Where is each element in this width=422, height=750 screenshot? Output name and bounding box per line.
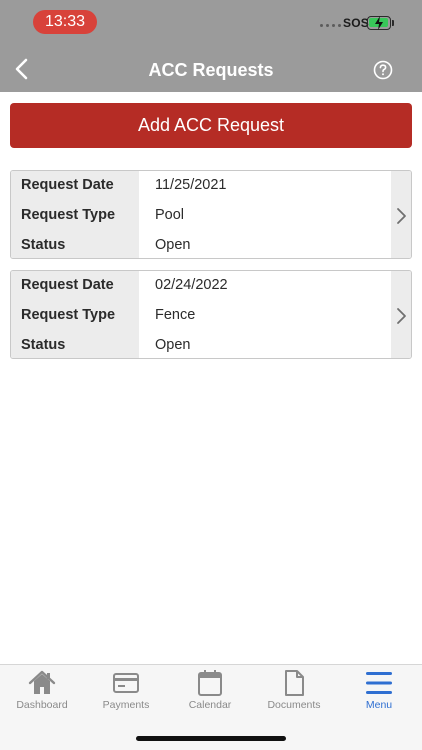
request-row-status: Status Open <box>11 331 391 358</box>
home-indicator[interactable] <box>136 736 286 741</box>
card-chevron[interactable] <box>391 271 411 358</box>
help-icon <box>373 60 393 80</box>
credit-card-icon <box>113 673 139 693</box>
chevron-right-icon <box>397 308 406 324</box>
request-date-value: 11/25/2021 <box>155 177 227 193</box>
tab-label: Payments <box>102 699 150 711</box>
help-button[interactable] <box>373 60 393 80</box>
request-row-type: Request Type Fence <box>11 301 391 331</box>
calendar-icon <box>198 670 222 696</box>
request-card[interactable]: Request Date 11/25/2021 Request Type Poo… <box>10 170 412 259</box>
request-row-date: Request Date 11/25/2021 <box>11 171 391 201</box>
status-label: Status <box>21 237 66 253</box>
tab-label: Calendar <box>188 699 232 711</box>
request-date-label: Request Date <box>21 177 114 193</box>
request-type-value: Fence <box>155 307 196 323</box>
tab-dashboard[interactable]: Dashboard <box>0 669 84 721</box>
status-value: Open <box>155 237 191 253</box>
request-card[interactable]: Request Date 02/24/2022 Request Type Fen… <box>10 270 412 359</box>
request-type-label: Request Type <box>21 307 116 323</box>
top-bar: 13:33 SOS ACC Requests <box>0 0 422 92</box>
nav-header: ACC Requests <box>0 46 422 92</box>
request-type-value: Pool <box>155 207 185 223</box>
status-time: 13:33 <box>33 10 97 34</box>
request-row-type: Request Type Pool <box>11 201 391 231</box>
card-chevron[interactable] <box>391 171 411 258</box>
tab-calendar[interactable]: Calendar <box>168 669 252 721</box>
tab-documents[interactable]: Documents <box>252 669 336 721</box>
tab-label: Menu <box>365 699 393 711</box>
add-acc-request-button[interactable]: Add ACC Request <box>10 103 412 148</box>
page-title: ACC Requests <box>148 60 274 80</box>
tab-menu[interactable]: Menu <box>337 669 421 721</box>
tab-payments[interactable]: Payments <box>84 669 168 721</box>
battery-icon <box>367 16 391 30</box>
menu-icon <box>366 672 392 694</box>
status-value: Open <box>155 337 191 353</box>
tab-label: Documents <box>267 699 321 711</box>
request-row-date: Request Date 02/24/2022 <box>11 271 391 301</box>
chevron-right-icon <box>397 208 406 224</box>
signal-icon <box>320 24 341 27</box>
tab-label: Dashboard <box>16 699 68 711</box>
request-type-label: Request Type <box>21 207 116 223</box>
carrier-label: SOS <box>343 16 369 30</box>
request-row-status: Status Open <box>11 231 391 258</box>
home-icon <box>28 670 56 694</box>
document-icon <box>285 670 304 696</box>
status-bar: 13:33 SOS <box>0 0 422 46</box>
request-date-value: 02/24/2022 <box>155 277 228 293</box>
status-label: Status <box>21 337 66 353</box>
request-date-label: Request Date <box>21 277 114 293</box>
